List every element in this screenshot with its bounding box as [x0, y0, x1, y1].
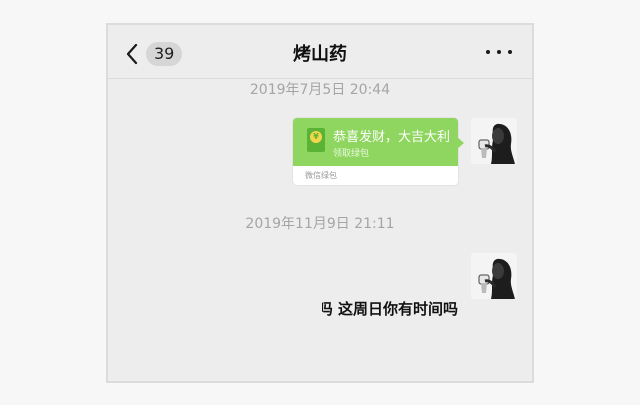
chat-window: 39 烤山药 2019年7月5日 20:44 ¥ 恭喜发财，大吉大利 领取绿包 … — [106, 23, 534, 383]
avatar-icon — [471, 253, 517, 299]
message-timestamp: 2019年11月9日 21:11 — [245, 216, 395, 232]
red-packet-message[interactable]: ¥ 恭喜发财，大吉大利 领取绿包 微信绿包 — [293, 118, 458, 185]
more-options-button[interactable] — [486, 42, 512, 62]
red-packet-greeting: 恭喜发财，大吉大利 — [333, 130, 451, 145]
chat-title: 烤山药 — [293, 44, 347, 65]
avatar[interactable] — [471, 253, 517, 299]
red-packet-footer: 微信绿包 — [293, 166, 458, 185]
red-packet-icon: ¥ — [307, 128, 325, 152]
message-timestamp: 2019年7月5日 20:44 — [249, 82, 391, 98]
more-dots-icon — [486, 50, 490, 54]
red-packet-body: ¥ 恭喜发财，大吉大利 领取绿包 — [293, 118, 458, 166]
text-message[interactable]: 吗 这周日你有时间吗 — [322, 298, 458, 319]
chat-header: 39 烤山药 — [108, 25, 532, 79]
avatar[interactable] — [471, 118, 517, 164]
bubble-tail — [457, 137, 464, 149]
avatar-icon — [471, 118, 517, 164]
red-packet-action: 领取绿包 — [333, 149, 370, 159]
